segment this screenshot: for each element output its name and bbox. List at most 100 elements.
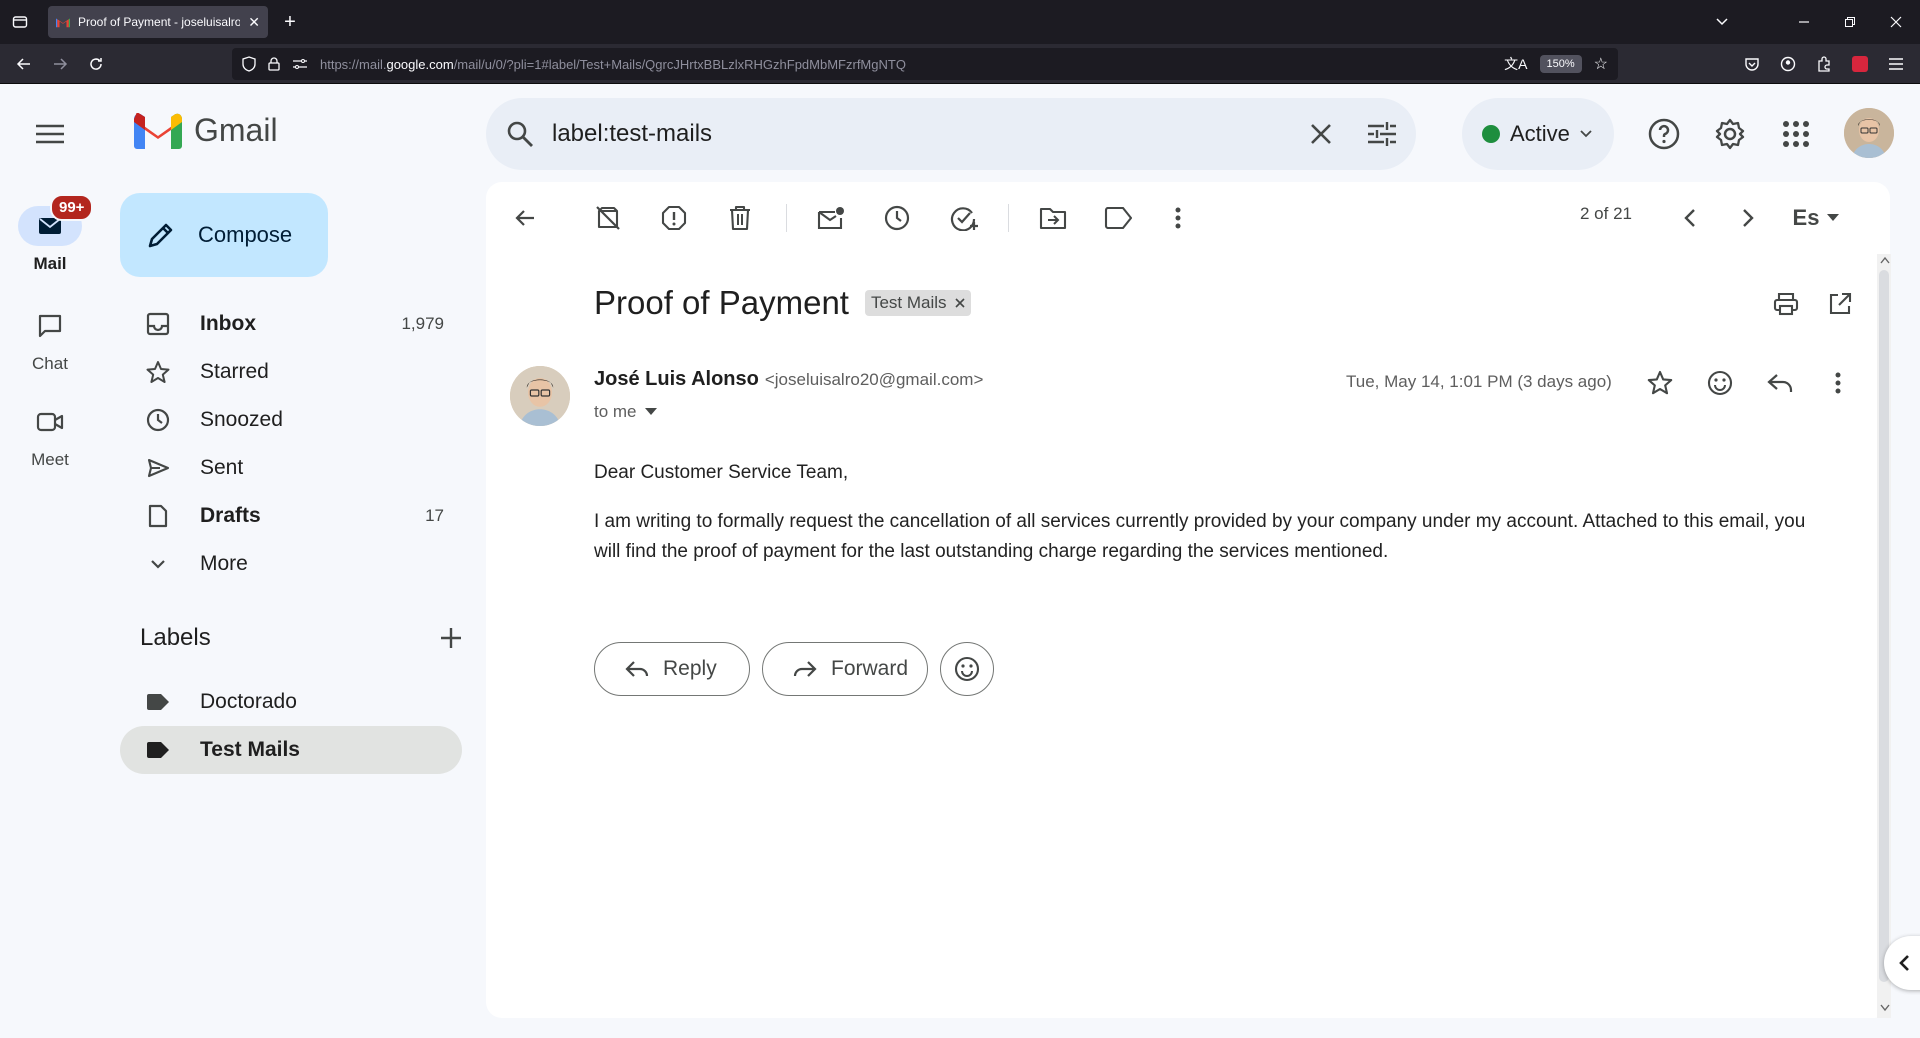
forward-icon[interactable] [48, 52, 72, 76]
print-icon[interactable] [1766, 284, 1806, 324]
sender-avatar[interactable] [510, 366, 570, 426]
address-bar[interactable]: https://mail.google.com/mail/u/0/?pli=1#… [232, 48, 1618, 80]
nav-item-snoozed[interactable]: Snoozed [120, 396, 462, 444]
help-icon[interactable] [1640, 110, 1688, 158]
new-tab-icon[interactable]: + [278, 10, 302, 34]
main-menu-icon[interactable] [26, 110, 74, 158]
reply-icon[interactable] [1760, 363, 1800, 403]
browser-tab[interactable]: Proof of Payment - joseluisalro ✕ [48, 6, 268, 38]
chevron-down-icon [146, 552, 170, 576]
pocket-icon[interactable] [1740, 52, 1764, 76]
lock-icon[interactable] [268, 57, 280, 71]
star-message-icon[interactable] [1640, 363, 1680, 403]
account-avatar[interactable] [1844, 108, 1894, 158]
forward-icon [793, 659, 817, 679]
search-input[interactable]: label:test-mails [552, 120, 1274, 148]
labels-title: Labels [140, 624, 211, 651]
account-icon[interactable] [1776, 52, 1800, 76]
rail-meet[interactable]: Meet [0, 402, 100, 470]
rail-mail[interactable]: 99+ Mail [0, 194, 100, 274]
nav-label: Inbox [200, 312, 256, 335]
gmail-logo[interactable]: Gmail [134, 112, 278, 149]
more-vertical-icon[interactable] [1158, 198, 1198, 238]
sender-name[interactable]: José Luis Alonso [594, 368, 759, 391]
recipient-text: to me [594, 402, 637, 421]
unread-badge: 99+ [50, 194, 94, 221]
recipient-details[interactable]: to me [594, 402, 657, 422]
back-to-list-icon[interactable] [505, 198, 545, 238]
add-to-tasks-icon[interactable] [944, 198, 984, 238]
snooze-clock-icon[interactable] [877, 198, 917, 238]
search-bar[interactable]: label:test-mails [486, 98, 1416, 170]
nav-label: Doctorado [200, 690, 297, 713]
archive-off-icon[interactable] [588, 198, 628, 238]
input-tools-toggle[interactable]: Es [1786, 198, 1846, 238]
move-to-icon[interactable] [1033, 198, 1073, 238]
extensions-icon[interactable] [1812, 52, 1836, 76]
menu-icon[interactable] [1884, 52, 1908, 76]
caret-down-icon[interactable] [644, 408, 657, 416]
scrollbar-thumb[interactable] [1879, 270, 1889, 982]
mark-unread-icon[interactable] [811, 198, 851, 238]
add-reaction-icon[interactable] [1700, 363, 1740, 403]
url-text[interactable]: https://mail.google.com/mail/u/0/?pli=1#… [320, 57, 1492, 72]
older-chevron-right-icon[interactable] [1728, 198, 1768, 238]
add-label-icon[interactable] [440, 627, 462, 649]
clock-icon [146, 408, 170, 432]
forward-button[interactable]: Forward [762, 642, 928, 696]
nav-item-sent[interactable]: Sent [120, 444, 462, 492]
permissions-icon[interactable] [292, 58, 308, 70]
close-window-icon[interactable] [1884, 10, 1908, 34]
zoom-level[interactable]: 150% [1539, 55, 1582, 73]
rail-chat[interactable]: Chat [0, 306, 100, 374]
label-tag-icon [146, 741, 170, 759]
close-tab-icon[interactable]: ✕ [248, 14, 260, 31]
bookmark-star-icon[interactable]: ☆ [1594, 54, 1608, 74]
open-new-window-icon[interactable] [1820, 284, 1860, 324]
restore-icon[interactable] [1838, 10, 1862, 34]
label-as-icon[interactable] [1098, 198, 1138, 238]
nav-label-doctorado[interactable]: Doctorado [120, 678, 462, 726]
nav-item-more[interactable]: More [120, 540, 462, 588]
settings-gear-icon[interactable] [1706, 110, 1754, 158]
chevron-down-icon[interactable] [1710, 10, 1734, 34]
newer-chevron-left-icon[interactable] [1670, 198, 1710, 238]
send-icon [146, 456, 170, 480]
reply-button[interactable]: Reply [594, 642, 750, 696]
toolbar-divider [1008, 204, 1009, 232]
nav-label-test-mails[interactable]: Test Mails [120, 726, 462, 774]
minimize-icon[interactable] [1792, 10, 1816, 34]
label-tag-icon [146, 693, 170, 711]
scroll-up-icon[interactable] [1880, 256, 1890, 264]
shield-icon[interactable] [242, 56, 256, 72]
search-options-icon[interactable] [1368, 122, 1396, 146]
scroll-down-icon[interactable] [1880, 1004, 1890, 1012]
gmail-favicon-icon [56, 16, 70, 28]
pencil-icon [146, 220, 176, 250]
translate-icon[interactable]: 文A [1504, 54, 1527, 74]
label-chip[interactable]: Test Mails [864, 290, 971, 316]
nav-label: Starred [200, 360, 269, 383]
search-icon[interactable] [506, 120, 534, 148]
remove-label-icon[interactable] [954, 298, 965, 308]
reply-label: Reply [663, 657, 717, 680]
email-greeting: Dear Customer Service Team, [594, 462, 849, 483]
chat-icon [18, 306, 82, 346]
react-emoji-button[interactable] [940, 642, 994, 696]
nav-item-drafts[interactable]: Drafts 17 [120, 492, 462, 540]
delete-trash-icon[interactable] [720, 198, 760, 238]
nav-item-starred[interactable]: Starred [120, 348, 462, 396]
extension-red-icon[interactable] [1848, 52, 1872, 76]
message-more-icon[interactable] [1818, 363, 1858, 403]
back-icon[interactable] [12, 52, 36, 76]
apps-grid-icon[interactable] [1772, 110, 1820, 158]
compose-button[interactable]: Compose [120, 193, 328, 277]
report-spam-icon[interactable] [654, 198, 694, 238]
status-selector[interactable]: Active [1462, 98, 1614, 170]
clear-search-icon[interactable] [1292, 123, 1350, 145]
tab-list-icon[interactable] [8, 10, 32, 34]
reload-icon[interactable] [84, 52, 108, 76]
sender-row: José Luis Alonso <joseluisalro20@gmail.c… [594, 368, 983, 391]
rail-mail-label: Mail [33, 254, 67, 273]
nav-item-inbox[interactable]: Inbox 1,979 [120, 300, 462, 348]
